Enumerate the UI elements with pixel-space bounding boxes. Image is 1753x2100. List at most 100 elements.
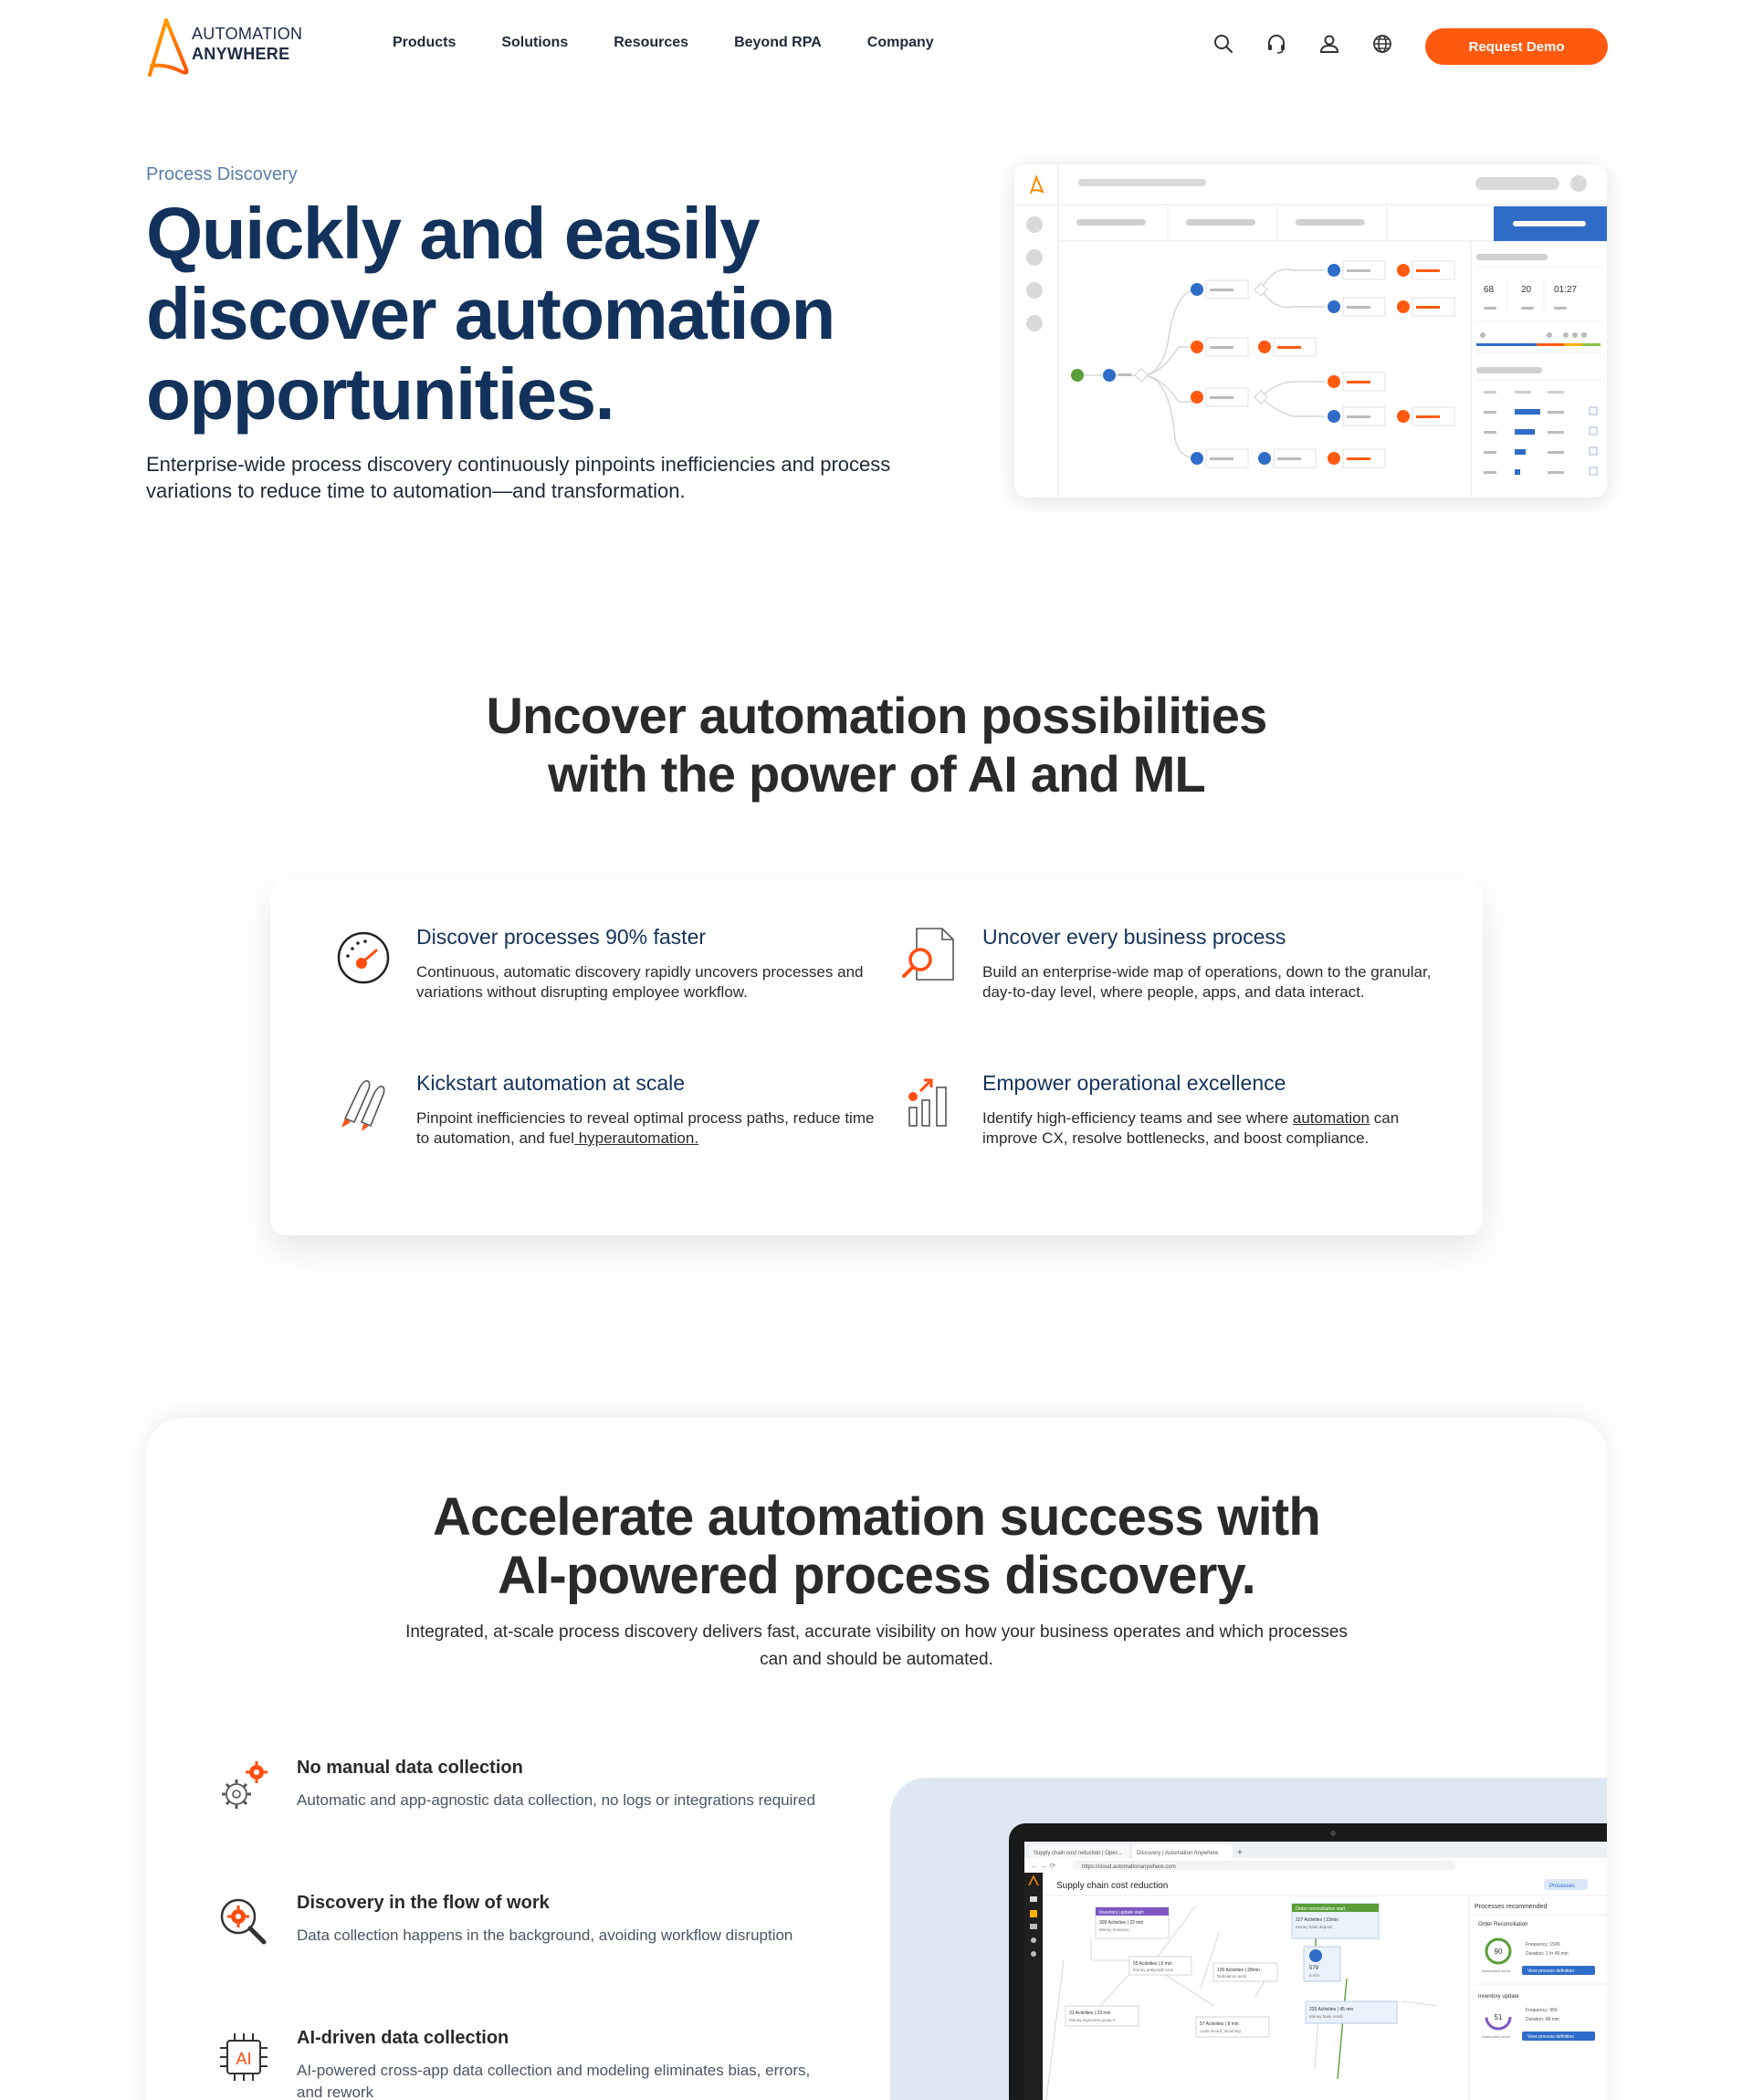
feature-description: Pinpoint inefficiencies to reveal optima… <box>416 1108 891 1149</box>
flow-node-text: 31 Activities | 23 min <box>1069 2011 1111 2016</box>
rec-score: 51 <box>1495 2013 1503 2021</box>
new-tab-icon: + <box>1237 1848 1243 1858</box>
rec-duration: Duration: 1 hr 45 min <box>1526 1951 1569 1957</box>
rec-frequency: Frequency: 1500 <box>1526 1942 1560 1948</box>
main-nav: Products Solutions Resources Beyond RPA … <box>393 35 980 51</box>
automation-link[interactable]: automation <box>1293 1109 1370 1127</box>
bullet-flow-of-work: Discovery in the flow of work Data colle… <box>220 1893 826 1947</box>
accelerate-title-line1: Accelerate automation success with <box>432 1487 1321 1547</box>
request-demo-button[interactable]: Request Demo <box>1425 28 1608 65</box>
feature-text: Identify high-efficiency teams and see w… <box>982 1109 1293 1127</box>
flow-node-text: 220 Activities | 45 min <box>1309 2007 1353 2012</box>
flow-node-sub: Money expenses group II <box>1069 2018 1116 2022</box>
feature-title: Empower operational excellence <box>982 1071 1286 1095</box>
capabilities-title-line2: with the power of AI and ML <box>548 745 1206 803</box>
nav-company[interactable]: Company <box>867 35 934 51</box>
site-header: AUTOMATION ANYWHERE Products Solutions R… <box>0 0 1753 95</box>
flow-node-sub: Money business <box>1099 1927 1129 1932</box>
flow-node-sub: Rebalance work <box>1217 1974 1247 1979</box>
bullet-description: AI-powered cross-app data collection and… <box>297 2062 811 2100</box>
ai-chip-icon: AI <box>220 2033 268 2081</box>
bullet-title: AI-driven data collection <box>297 2028 509 2048</box>
view-process-button: View process definition <box>1527 1969 1574 1974</box>
flow-node-sub: Money bank deposit <box>1296 1925 1333 1929</box>
hero-eyebrow: Process Discovery <box>146 164 298 184</box>
flow-badge-sub: 6 min <box>1309 1973 1320 1978</box>
svg-text:AI: AI <box>236 2050 251 2068</box>
screenshot-page-title: Supply chain cost reduction <box>1056 1881 1168 1891</box>
magnifier-gear-icon <box>220 1898 267 1945</box>
search-icon[interactable] <box>1212 33 1234 55</box>
gears-icon <box>222 1761 268 1809</box>
capabilities-card: Discover processes 90% faster Continuous… <box>270 879 1483 1235</box>
logo-line2: ANYWHERE <box>192 45 290 63</box>
nav-products[interactable]: Products <box>393 35 456 51</box>
nav-solutions[interactable]: Solutions <box>501 35 568 51</box>
hero-description: Enterprise-wide process discovery contin… <box>146 453 891 502</box>
flow-node-text: 100 Activities | 28min <box>1217 1968 1260 1973</box>
document-search-icon <box>902 928 954 981</box>
browser-tab-1: Supply chain cost reduction | Oper... <box>1034 1851 1122 1856</box>
speedometer-icon <box>337 931 390 984</box>
capabilities-title: Uncover automation possibilities with th… <box>0 687 1753 803</box>
feature-title: Discover processes 90% faster <box>416 925 707 949</box>
feature-description: Identify high-efficiency teams and see w… <box>982 1108 1457 1149</box>
nav-resources[interactable]: Resources <box>614 35 688 51</box>
view-process-button: View process definition <box>1527 2034 1574 2040</box>
accelerate-title: Accelerate automation success with AI-po… <box>0 1488 1753 1605</box>
feature-description: Continuous, automatic discovery rapidly … <box>416 963 864 1001</box>
browser-tab-2: Discovery | Automation Anywhere <box>1137 1851 1219 1856</box>
bullet-ai-driven: AI AI-driven data collection AI-powered … <box>220 2028 826 2100</box>
recommended-panel-title: Processes recommended <box>1475 1904 1547 1910</box>
flow-node-sub: Money bank credit <box>1309 2014 1344 2019</box>
flow-badge-count: 579 <box>1309 1966 1319 1971</box>
flow-badge-icon <box>1309 1949 1322 1962</box>
rec-score-label: Automation score <box>1482 1969 1511 1973</box>
rec-name: Inventory update <box>1478 1994 1519 2000</box>
accelerate-description: Integrated, at-scale process discovery d… <box>405 1622 1348 1669</box>
logo[interactable]: AUTOMATION ANYWHERE <box>146 18 320 79</box>
url-text: https://cloud.automationanywhere.com <box>1082 1864 1176 1870</box>
flow-node-text: 227 Activities | 23min <box>1296 1917 1338 1923</box>
feature-empower: Empower operational excellence Identify … <box>908 1071 1457 1149</box>
feature-title: Uncover every business process <box>982 925 1286 949</box>
product-screenshot: Supply chain cost reduction | Oper... Di… <box>890 1778 1607 2100</box>
flow-node-head: Inventory update start <box>1099 1910 1144 1916</box>
bullet-description: Automatic and app-agnostic data collecti… <box>297 1791 815 1809</box>
logo-line1: AUTOMATION <box>192 25 303 43</box>
flow-node-sub: Money pettycash Arun <box>1133 1968 1174 1972</box>
bullet-description: Data collection happens in the backgroun… <box>297 1927 793 1944</box>
feature-uncover: Uncover every business process Build an … <box>902 925 1457 1003</box>
user-icon[interactable] <box>1318 33 1340 55</box>
headset-icon[interactable] <box>1265 33 1287 55</box>
bullet-no-manual: No manual data collection Automatic and … <box>222 1758 826 1811</box>
hyperautomation-link[interactable]: hyperautomation. <box>574 1129 698 1147</box>
rec-duration: Duration: 48 min <box>1526 2017 1559 2022</box>
capabilities-title-line1: Uncover automation possibilities <box>486 687 1267 744</box>
globe-icon[interactable] <box>1371 33 1393 55</box>
accelerate-title-line2: AI-powered process discovery. <box>498 1546 1256 1605</box>
nav-beyond-rpa[interactable]: Beyond RPA <box>734 35 822 51</box>
rec-name: Order Reconciliation <box>1478 1922 1527 1927</box>
rec-score: 90 <box>1495 1948 1503 1956</box>
rec-score-label: Automation score <box>1482 2034 1511 2039</box>
rec-frequency: Frequency: 956 <box>1526 2008 1558 2013</box>
growth-chart-icon <box>908 1078 947 1127</box>
back-icon: ← → ⟳ <box>1031 1862 1055 1870</box>
process-map-graphic: 68 20 01:27 <box>1014 164 1607 498</box>
feature-discover: Discover processes 90% faster Continuous… <box>337 925 891 1003</box>
flow-node-head: Order reconciliation start <box>1296 1906 1346 1912</box>
process-map-mockup: 68 20 01:27 <box>1014 164 1607 498</box>
mock-stat-1: 68 <box>1484 285 1495 295</box>
flow-node-text: 55 Activities | 6 min <box>1133 1961 1172 1967</box>
mock-stat-2: 20 <box>1521 285 1532 295</box>
feature-kickstart: Kickstart automation at scale Pinpoint i… <box>341 1071 891 1149</box>
feature-title: Kickstart automation at scale <box>416 1071 686 1095</box>
laptop-screenshot-graphic: Supply chain cost reduction | Oper... Di… <box>1009 1823 1607 2100</box>
header-utilities <box>1212 33 1393 55</box>
mock-stat-3: 01:27 <box>1554 285 1577 295</box>
processes-filter-button: Processes <box>1549 1884 1575 1889</box>
hero-title: Quickly and easily discover automation o… <box>146 193 835 435</box>
rockets-icon <box>341 1080 385 1131</box>
flow-node-text: 309 Activities | 22 min <box>1099 1920 1143 1926</box>
